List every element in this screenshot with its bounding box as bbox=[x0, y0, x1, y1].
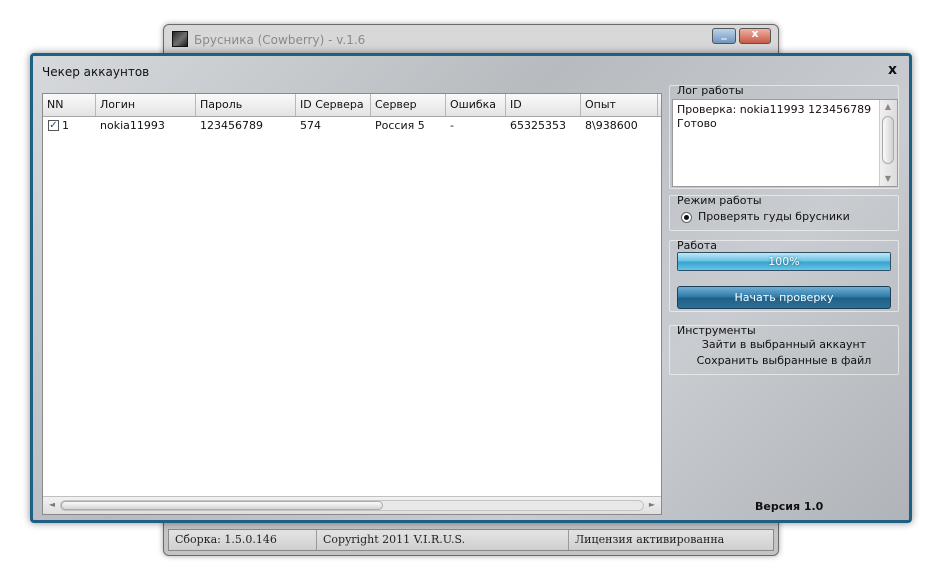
dialog-close-icon[interactable]: x bbox=[888, 63, 897, 77]
column-header-password[interactable]: Пароль bbox=[196, 94, 296, 116]
accounts-table[interactable]: NN Логин Пароль ID Сервера Сервер Ошибка… bbox=[42, 93, 662, 515]
close-window-button[interactable]: x bbox=[739, 27, 771, 44]
checkmark-icon: ✓ bbox=[49, 120, 58, 131]
column-header-server-id[interactable]: ID Сервера bbox=[296, 94, 371, 116]
app-logo-icon bbox=[172, 31, 188, 47]
status-copyright: Copyright 2011 V.I.R.U.S. bbox=[317, 530, 569, 550]
column-header-nn[interactable]: NN bbox=[43, 94, 96, 116]
account-checker-dialog: Чекер аккаунтов x NN Логин Пароль ID Сер… bbox=[30, 53, 912, 523]
status-license: Лицензия активированна bbox=[575, 533, 725, 546]
cell-server-id: 574 bbox=[300, 119, 321, 132]
scroll-up-icon[interactable]: ▲ bbox=[882, 102, 894, 112]
cell-server: Россия 5 bbox=[375, 119, 425, 132]
mode-radio-button[interactable] bbox=[681, 212, 692, 223]
column-header-extra[interactable] bbox=[658, 94, 661, 116]
cell-password: 123456789 bbox=[200, 119, 263, 132]
scroll-right-icon[interactable]: ► bbox=[645, 499, 659, 511]
log-group: Лог работы Проверка: nokia11993 12345678… bbox=[669, 84, 899, 189]
tools-title: Инструменты bbox=[677, 324, 756, 337]
login-selected-account-link[interactable]: Зайти в выбранный аккаунт bbox=[670, 338, 898, 351]
status-bar: Сборка: 1.5.0.146 Copyright 2011 V.I.R.U… bbox=[168, 529, 774, 551]
close-icon: x bbox=[751, 27, 759, 40]
work-title: Работа bbox=[677, 239, 718, 252]
column-header-exp[interactable]: Опыт bbox=[581, 94, 658, 116]
scrollbar-thumb[interactable] bbox=[61, 501, 383, 510]
status-build: Сборка: 1.5.0.146 bbox=[169, 530, 317, 550]
table-row[interactable]: ✓ 1 nokia11993 123456789 574 Россия 5 - … bbox=[43, 117, 661, 135]
row-checkbox[interactable]: ✓ bbox=[48, 120, 59, 131]
column-header-server[interactable]: Сервер bbox=[371, 94, 446, 116]
table-header: NN Логин Пароль ID Сервера Сервер Ошибка… bbox=[43, 94, 661, 117]
horizontal-scrollbar[interactable]: ◄ ► bbox=[43, 496, 661, 514]
cell-error: - bbox=[450, 119, 454, 132]
tools-group: Инструменты Зайти в выбранный аккаунт Со… bbox=[669, 324, 899, 375]
scroll-left-icon[interactable]: ◄ bbox=[45, 499, 59, 511]
column-header-login[interactable]: Логин bbox=[96, 94, 196, 116]
dialog-title: Чекер аккаунтов bbox=[42, 65, 150, 79]
scrollbar-track[interactable] bbox=[60, 500, 644, 511]
log-vertical-scrollbar[interactable]: ▲ ▼ bbox=[879, 100, 897, 186]
log-title: Лог работы bbox=[677, 84, 744, 97]
cell-login: nokia11993 bbox=[100, 119, 165, 132]
progress-bar: 100% bbox=[677, 252, 891, 271]
save-selected-link[interactable]: Сохранить выбранные в файл bbox=[670, 354, 898, 367]
minimize-button[interactable]: _ bbox=[712, 27, 736, 44]
main-window-title: Брусника (Cowberry) - v.1.6 bbox=[194, 33, 366, 47]
log-textarea[interactable]: Проверка: nokia11993 123456789 Готово ▲ … bbox=[672, 99, 898, 187]
column-header-id[interactable]: ID bbox=[506, 94, 581, 116]
minimize-icon: _ bbox=[721, 27, 727, 40]
cell-exp: 8\938600 bbox=[585, 119, 638, 132]
work-group: Работа 100% Начать проверку bbox=[669, 239, 899, 312]
progress-label: 100% bbox=[768, 255, 800, 268]
mode-title: Режим работы bbox=[677, 194, 762, 207]
version-label: Версия 1.0 bbox=[755, 500, 824, 513]
log-content: Проверка: nokia11993 123456789 Готово bbox=[677, 103, 872, 130]
mode-radio-label[interactable]: Проверять гуды брусники bbox=[698, 210, 850, 223]
row-number: 1 bbox=[62, 119, 69, 132]
main-window-titlebar[interactable]: Брусника (Cowberry) - v.1.6 _ x bbox=[164, 25, 778, 55]
log-scrollbar-thumb[interactable] bbox=[882, 116, 894, 164]
cell-id: 65325353 bbox=[510, 119, 566, 132]
column-header-error[interactable]: Ошибка bbox=[446, 94, 506, 116]
scroll-down-icon[interactable]: ▼ bbox=[882, 174, 894, 184]
mode-group: Режим работы Проверять гуды брусники bbox=[669, 194, 899, 231]
start-check-button[interactable]: Начать проверку bbox=[677, 286, 891, 309]
